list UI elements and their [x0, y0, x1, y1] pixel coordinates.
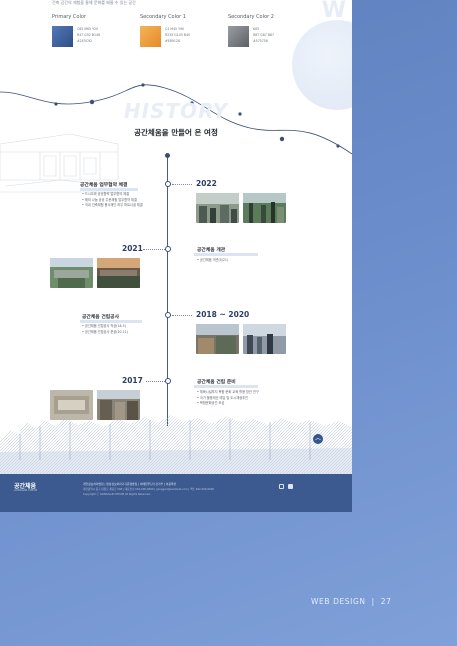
timeline-axis: [167, 156, 169, 426]
footer-logo-sub: GONGGAN CHEUM: [14, 489, 38, 492]
event-bullets: 공간체움 건립공사 착공(18.5) 공간체움 건립공사 준공(20.11): [82, 324, 128, 335]
heading-underline: [80, 188, 138, 191]
timeline-node: [165, 246, 171, 252]
photo: [243, 324, 286, 354]
site-footer: 공간체움 GONGGAN CHEUM 개인정보처리방침 | 영상정보처리기기운영…: [0, 474, 352, 512]
city-illustration: [0, 415, 352, 475]
photo: [97, 258, 140, 288]
event-heading: 공간체움 건립 준비: [197, 380, 236, 385]
timeline-start-dot: [165, 153, 170, 158]
ghost-letter: W: [321, 0, 348, 23]
swatch-title: Secondary Color 1: [140, 14, 186, 20]
swatch-hex: #EB9128: [165, 39, 180, 44]
connector: [172, 184, 192, 185]
caption-separator: |: [371, 597, 375, 606]
bullet-item: 국내 건축체험 봉사재단 하우 파트너쉽 체결: [82, 203, 143, 209]
event-heading: 공간체움 개관: [197, 248, 226, 253]
color-chip: [52, 26, 73, 47]
history-ghost-title: HISTORY: [123, 99, 229, 123]
photo: [196, 193, 239, 223]
heading-underline: [194, 385, 258, 388]
timeline-node: [165, 378, 171, 384]
page-caption: WEB DESIGN | 27: [311, 597, 391, 606]
chevron-up-icon: ︿: [314, 435, 321, 442]
year-label: 2017: [122, 376, 143, 385]
event-bullets: 드시오와 공공협력 업무협약 체결 해외 나눔 공공 주문체험 업무협약 체결 …: [82, 192, 143, 209]
connector: [143, 249, 165, 250]
timeline-node: [165, 181, 171, 187]
year-label: 2018 ~ 2020: [196, 310, 250, 319]
year-label: 2022: [196, 179, 217, 188]
swatch-secondary-1: Secondary Color 1 C4 M45 Y90 R235 G145 B…: [140, 14, 194, 47]
connector: [146, 381, 165, 382]
swatch-hex: #2E5C92: [77, 39, 93, 44]
bullet-item: 공간체움 건립공사 준공(20.11): [82, 330, 128, 336]
top-strip-text: 건축 공간의 체험을 통해 문화를 배울 수 있는 공간: [52, 0, 136, 5]
swatch-secondary-2: Secondary Color 2 K65 R87 G87 B87 #57575…: [228, 14, 282, 47]
scroll-top-button[interactable]: ︿: [313, 434, 323, 444]
page-number: 27: [380, 597, 392, 606]
color-chip: [140, 26, 161, 47]
photo: [243, 193, 286, 223]
swatch-hex: #575758: [253, 39, 268, 44]
design-sheet: 건축 공간의 체험을 통해 문화를 배울 수 있는 공간 W Primary C…: [0, 0, 352, 512]
instagram-icon[interactable]: [279, 484, 284, 489]
footer-social: [279, 484, 293, 489]
heading-underline: [80, 320, 142, 323]
footer-info: 대전광역시 중구 대종로 체움로 000 | 대표번호 042-000-0000…: [83, 488, 214, 498]
connector: [172, 315, 192, 316]
event-heading: 공간체움 건립공사: [82, 315, 119, 320]
color-swatches: Primary Color C85 M65 Y20 R47 G92 B146 #…: [52, 14, 282, 47]
heading-underline: [194, 253, 258, 256]
youtube-icon[interactable]: [288, 484, 293, 489]
event-heading: 공간체움 업무협약 체결: [80, 183, 128, 188]
swatch-title: Secondary Color 2: [228, 14, 274, 20]
swatch-title: Primary Color: [52, 14, 86, 20]
timeline-node: [165, 312, 171, 318]
swatch-primary: Primary Color C85 M65 Y20 R47 G92 B146 #…: [52, 14, 106, 47]
bullet-item: 체육시설부지 복합 문화 교육 활용 방안 연구: [197, 390, 259, 396]
event-bullets: 공간체움 개관(5/21): [197, 258, 228, 264]
bullet-item: 공간체움 건립공사 착공(18.5): [82, 324, 128, 330]
year-label: 2021: [122, 244, 143, 253]
bullet-item: 공간체움 개관(5/21): [197, 258, 228, 264]
footer-links[interactable]: 개인정보처리방침 | 영상정보처리기기운영방침 | 이메일무단수집거부 | 이용…: [83, 482, 176, 486]
color-chip: [228, 26, 249, 47]
photo: [50, 258, 93, 288]
photo: [196, 324, 239, 354]
footer-copyright: Copyright ⓒ GONGGAN CHEUM All Rights Res…: [83, 492, 151, 496]
caption-label: WEB DESIGN: [311, 597, 366, 606]
